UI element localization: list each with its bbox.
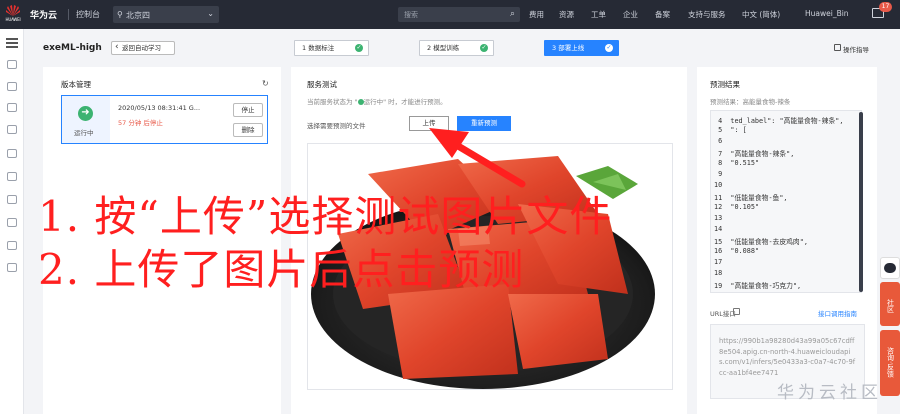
watermark: 华为云社区 [777, 383, 882, 403]
instruction-line-1: 1. 按“上传”选择测试图片文件 [38, 192, 613, 241]
instruction-line-2: 2. 上传了图片后点击预测 [38, 245, 525, 294]
